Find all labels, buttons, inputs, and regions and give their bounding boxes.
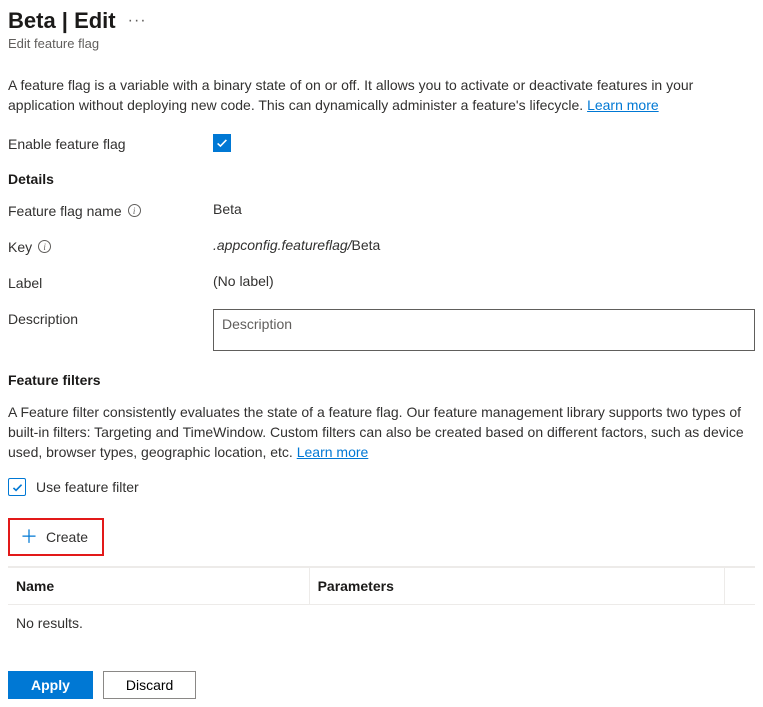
name-label: Feature flag name	[8, 203, 122, 219]
intro-learn-more-link[interactable]: Learn more	[587, 97, 659, 113]
intro-text: A feature flag is a variable with a bina…	[8, 75, 755, 116]
info-icon[interactable]	[128, 204, 141, 217]
table-no-results: No results.	[8, 605, 755, 641]
filters-learn-more-link[interactable]: Learn more	[297, 444, 369, 460]
key-label: Key	[8, 239, 32, 255]
column-name[interactable]: Name	[8, 568, 310, 605]
filters-section-title: Feature filters	[8, 372, 755, 388]
discard-button[interactable]: Discard	[103, 671, 196, 699]
page-subtitle: Edit feature flag	[8, 36, 755, 51]
details-section-title: Details	[8, 171, 755, 187]
create-button[interactable]: ＋ Create	[8, 518, 104, 556]
filters-intro-body: A Feature filter consistently evaluates …	[8, 404, 744, 461]
more-icon[interactable]: ···	[128, 12, 147, 30]
column-actions	[725, 568, 755, 605]
use-filter-label: Use feature filter	[36, 479, 139, 495]
check-icon	[215, 136, 229, 150]
column-parameters[interactable]: Parameters	[310, 568, 725, 605]
label-label: Label	[8, 273, 213, 291]
enable-checkbox[interactable]	[213, 134, 231, 152]
check-icon	[11, 481, 24, 494]
info-icon[interactable]	[38, 240, 51, 253]
key-prefix: .appconfig.featureflag/	[213, 237, 352, 253]
key-suffix: Beta	[352, 237, 381, 253]
filters-intro: A Feature filter consistently evaluates …	[8, 402, 755, 463]
plus-icon: ＋	[20, 528, 38, 546]
create-button-label: Create	[46, 529, 88, 545]
description-label: Description	[8, 309, 213, 327]
description-input[interactable]	[213, 309, 755, 351]
apply-button[interactable]: Apply	[8, 671, 93, 699]
enable-label: Enable feature flag	[8, 134, 213, 152]
filters-table: Name Parameters No results.	[8, 566, 755, 641]
key-value: .appconfig.featureflag/Beta	[213, 237, 755, 253]
name-value: Beta	[213, 201, 755, 217]
use-filter-checkbox[interactable]	[8, 478, 26, 496]
page-title: Beta | Edit	[8, 8, 116, 34]
label-value: (No label)	[213, 273, 755, 289]
